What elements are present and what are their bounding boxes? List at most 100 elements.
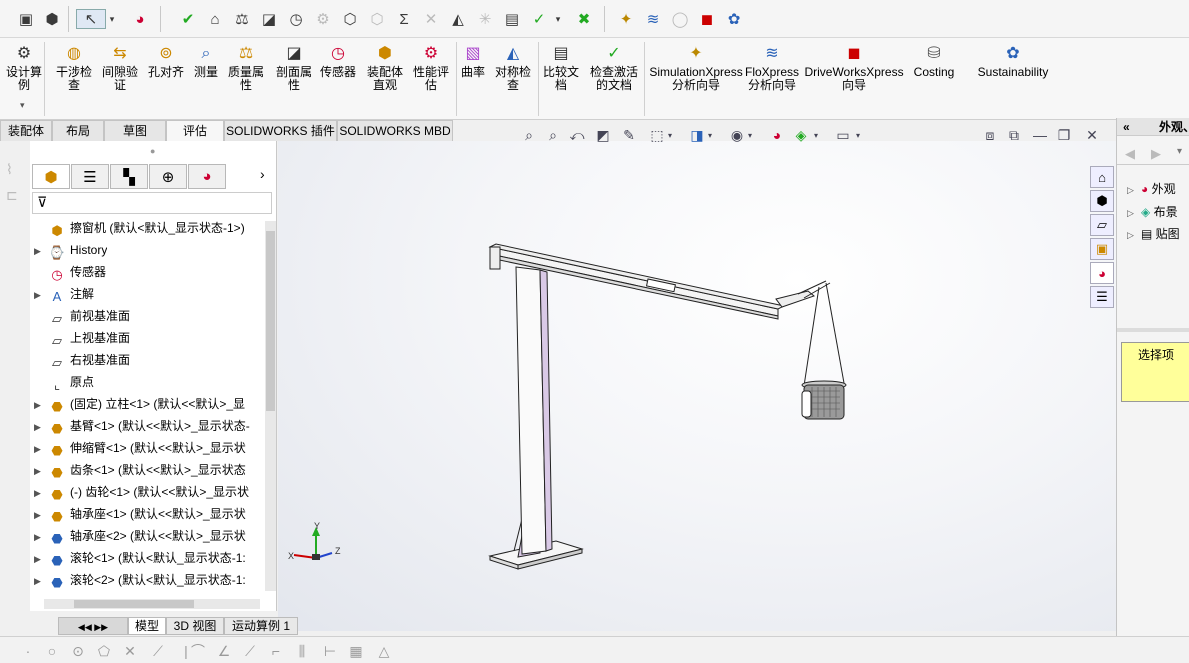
tree-item[interactable]: ▶ ⬣ 基臂<1> (默认<<默认>_显示状态- — [34, 415, 250, 437]
tab-solidworks-mbd[interactable]: SOLIDWORKS MBD — [337, 120, 453, 141]
file-explorer-icon[interactable]: ▱ — [1090, 214, 1114, 236]
zoom-area-icon[interactable]: ⌕ — [543, 125, 563, 145]
chevron-down-icon[interactable]: ▾ — [811, 125, 821, 145]
tree-horizontal-scrollbar[interactable] — [44, 599, 260, 609]
ribbon-button-design-study[interactable]: ⚙ 设计算例 — [4, 42, 44, 92]
tree-item[interactable]: ▱ 右视基准面 — [34, 349, 130, 371]
trim-icon[interactable]: ✕ — [122, 643, 138, 659]
tab-assembly[interactable]: 装配体 — [0, 120, 52, 141]
spell-check-icon[interactable]: ✔ — [178, 9, 198, 29]
ribbon-button-interference[interactable]: ◍ 干涉检查 — [52, 42, 96, 92]
ribbon-button-assembly-visualization[interactable]: ⬢ 装配体直观 — [362, 42, 408, 92]
ribbon-button-hole-align[interactable]: ⊚ 孔对齐 — [146, 42, 186, 79]
chamfer-icon[interactable]: ∠ — [216, 643, 232, 659]
tab-sketch[interactable]: 草图 — [104, 120, 166, 141]
chevron-down-icon[interactable]: ▾ — [20, 100, 25, 111]
component-icon[interactable]: ⬢ — [42, 9, 62, 29]
collapse-icon[interactable]: « — [1123, 118, 1130, 135]
home-icon[interactable]: ⌂ — [1090, 166, 1114, 188]
tree-item[interactable]: ◷ 传感器 — [34, 261, 106, 283]
propertymanager-tab[interactable]: ☰ — [71, 164, 109, 189]
tab-3d-view[interactable]: 3D 视图 — [166, 617, 224, 635]
fillet-icon[interactable]: ⌒ — [190, 643, 206, 659]
ribbon-button-clearance[interactable]: ⇆ 间隙验证 — [98, 42, 142, 92]
ribbon-button-sensor[interactable]: ◷ 传感器 — [318, 42, 358, 79]
forward-icon[interactable]: ▶ — [1151, 146, 1161, 162]
symmetry-icon[interactable]: ◭ — [448, 9, 468, 29]
ribbon-button-symmetry[interactable]: ◭ 对称检查 — [492, 42, 534, 92]
minimize-icon[interactable]: — — [1030, 125, 1050, 145]
graphics-area[interactable]: Y X Z — [278, 141, 1116, 631]
sensor-icon[interactable]: ◷ — [286, 9, 306, 29]
sustainability-icon[interactable]: ✿ — [724, 9, 744, 29]
assembly-icon[interactable]: ▣ — [16, 9, 36, 29]
ribbon-button-driveworks[interactable]: ◼ DriveWorksXpress 向导 — [804, 42, 903, 92]
ribbon-button-simulationxpress[interactable]: ✦ SimulationXpress 分析向导 — [649, 42, 742, 92]
expand-icon[interactable]: ▶ — [34, 416, 48, 437]
scroll-thumb[interactable] — [266, 231, 275, 411]
window-next-icon[interactable]: ⧉ — [1004, 125, 1024, 145]
tree-item[interactable]: ▱ 前视基准面 — [34, 305, 130, 327]
chevron-down-icon[interactable]: ▾ — [106, 9, 118, 29]
tree-item[interactable]: ▶ A 注解 — [34, 283, 94, 305]
chevron-down-icon[interactable]: ▾ — [665, 125, 675, 145]
chevron-down-icon[interactable]: ▾ — [705, 125, 715, 145]
expand-icon[interactable]: ▶ — [34, 548, 48, 569]
previous-view-icon[interactable]: ⤺ — [567, 125, 587, 145]
expand-icon[interactable]: ▶ — [34, 482, 48, 503]
dynamic-annotation-icon[interactable]: ✎ — [619, 125, 639, 145]
tree-vertical-scrollbar[interactable] — [265, 221, 276, 591]
extend-icon[interactable]: ⟋ — [150, 643, 166, 659]
tab-layout[interactable]: 布局 — [52, 120, 104, 141]
expand-icon[interactable]: ▶ — [34, 504, 48, 525]
design-library-icon[interactable]: ⬢ — [1090, 190, 1114, 212]
tree-item[interactable]: ▶ ⬣ 轴承座<1> (默认<<默认>_显示状 — [34, 503, 246, 525]
view-orientation-icon[interactable]: ⬚ — [647, 125, 667, 145]
expand-icon[interactable]: ▶ — [34, 460, 48, 481]
featuremanager-tab[interactable]: ⬢ — [32, 164, 70, 189]
sigma-icon[interactable]: Σ — [394, 9, 414, 29]
expand-icon[interactable]: ▶ — [34, 526, 48, 547]
chevron-down-icon[interactable]: ▾ — [853, 125, 863, 145]
tree-item[interactable]: ⬢ 擦窗机 (默认<默认_显示状态-1>) — [34, 217, 244, 239]
mirror-icon[interactable]: ⫼ — [294, 643, 310, 659]
edit-appearance-icon[interactable]: ◕ — [767, 125, 787, 145]
chevron-down-icon[interactable]: ▾ — [745, 125, 755, 145]
angle-icon[interactable]: △ — [376, 643, 392, 659]
chevron-down-icon[interactable]: ▾ — [552, 9, 564, 29]
clearance-icon[interactable]: ⌂ — [205, 9, 225, 29]
excel-icon[interactable]: ✖ — [574, 9, 594, 29]
expand-icon[interactable]: ▶ — [34, 394, 48, 415]
tab-evaluate[interactable]: 评估 — [166, 120, 224, 141]
hide-show-icon[interactable]: ◉ — [727, 125, 747, 145]
ribbon-button-measure[interactable]: ⌕ 测量 — [190, 42, 222, 79]
compare-icon[interactable]: ▤ — [502, 9, 522, 29]
tab-scroll-arrows[interactable]: ◀◀ ▶▶ — [58, 617, 128, 635]
tree-item[interactable]: ▶ ⬣ 轴承座<2> (默认<<默认>_显示状 — [34, 525, 246, 547]
scroll-thumb[interactable] — [74, 600, 194, 608]
check-doc-icon[interactable]: ✓ — [529, 9, 549, 29]
panel-grip[interactable]: ● — [150, 146, 155, 156]
tree-item[interactable]: ▶ ⬣ (固定) 立柱<1> (默认<<默认>_显 — [34, 393, 245, 415]
tree-item[interactable]: ▶ ⬣ 伸缩臂<1> (默认<<默认>_显示状 — [34, 437, 246, 459]
chevron-down-icon[interactable]: ▾ — [1177, 146, 1182, 157]
tab-solidworks-addins[interactable]: SOLIDWORKS 插件 — [224, 120, 337, 141]
expand-icon[interactable]: ▶ — [34, 570, 48, 591]
mass-properties-icon[interactable]: ⚖ — [232, 9, 252, 29]
window-tile-icon[interactable]: ⧈ — [980, 125, 1000, 145]
dimxpert-tab[interactable]: ⊕ — [149, 164, 187, 189]
expand-icon[interactable]: ▶ — [34, 438, 48, 459]
expand-icon[interactable]: ▶ — [34, 284, 48, 305]
driveworks-icon[interactable]: ◼ — [697, 9, 717, 29]
ribbon-button-curvature[interactable]: ▧ 曲率 — [458, 42, 488, 79]
ribbon-button-check-doc[interactable]: ✓ 检查激活的文档 — [586, 42, 642, 92]
configurationmanager-tab[interactable]: ▚ — [110, 164, 148, 189]
close-icon[interactable]: ✕ — [1082, 125, 1102, 145]
offset-icon[interactable]: ⟋ — [242, 643, 258, 659]
ribbon-button-performance[interactable]: ⚙ 性能评估 — [410, 42, 452, 92]
filter-field[interactable]: ⊽ — [32, 192, 272, 214]
list-item[interactable]: ▷ ◕ 外观 — [1127, 180, 1176, 197]
corner-icon[interactable]: ⌐ — [268, 643, 284, 659]
ribbon-button-costing[interactable]: ⛁ Costing — [910, 42, 958, 79]
tree-item[interactable]: ▶ ⌚ History — [34, 239, 107, 261]
